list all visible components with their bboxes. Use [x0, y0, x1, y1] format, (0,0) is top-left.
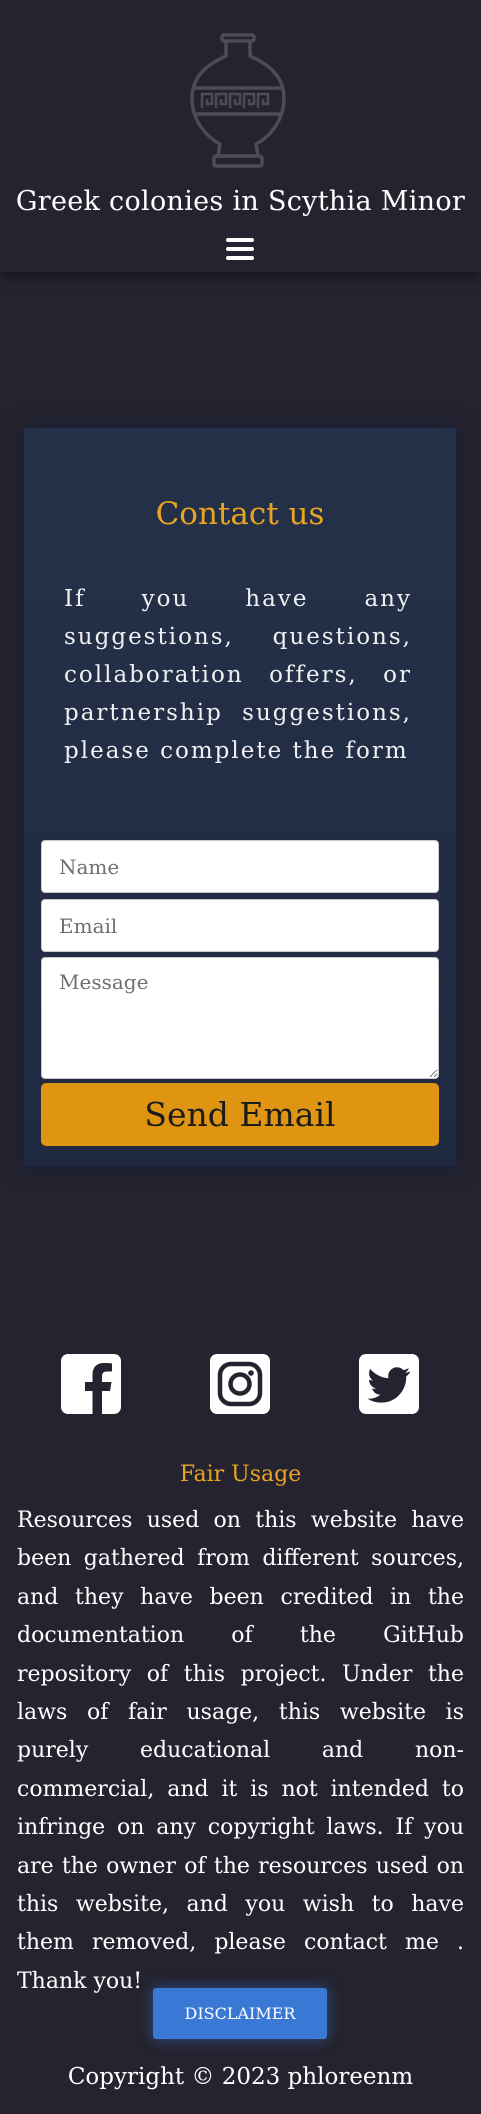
fair-usage-text: Resources used on this website have been… [17, 1508, 464, 1994]
twitter-icon[interactable] [359, 1354, 419, 1414]
site-header: Greek colonies in Scythia Minor [0, 0, 481, 272]
email-input[interactable] [41, 899, 439, 952]
send-email-button[interactable]: Send Email [41, 1083, 439, 1146]
copyright-text: Copyright © 2023 phloreenm [67, 2064, 414, 2090]
facebook-icon[interactable] [61, 1354, 121, 1414]
contact-card: Contact us If you have any suggestions, … [24, 428, 456, 1166]
contact-intro: If you have any suggestions, questions, … [64, 586, 412, 764]
fair-usage-title: Fair Usage [179, 1462, 302, 1487]
hamburger-menu-icon[interactable] [226, 238, 254, 262]
site-title[interactable]: Greek colonies in Scythia Minor [0, 186, 481, 217]
contact-title: Contact us [155, 496, 325, 532]
disclaimer-button[interactable]: DISCLAIMER [153, 1988, 327, 2039]
name-input[interactable] [41, 840, 439, 893]
instagram-icon[interactable] [210, 1354, 270, 1414]
greek-vase-icon[interactable] [188, 32, 288, 170]
message-textarea[interactable] [41, 957, 439, 1079]
site-footer: Fair Usage Resources used on this websit… [0, 1322, 481, 2114]
